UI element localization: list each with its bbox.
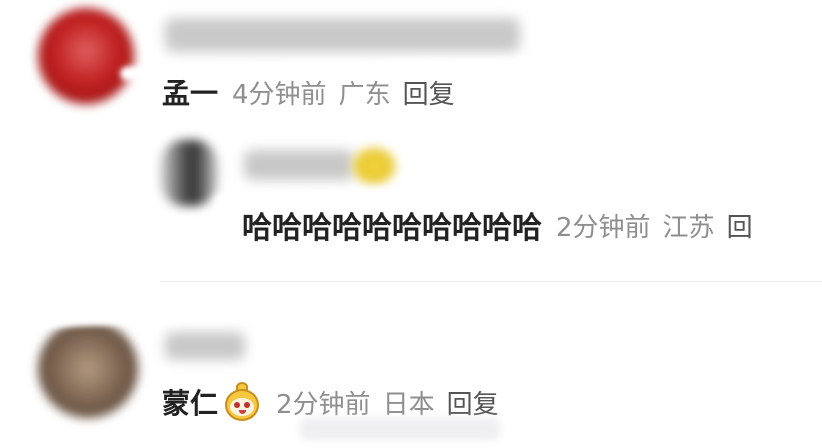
comment-time: 4分钟前: [232, 79, 327, 110]
reply-avatar[interactable]: [160, 140, 218, 206]
reply-button[interactable]: 回复: [403, 74, 455, 111]
blurred-parent-content: [165, 332, 245, 360]
commenter-avatar[interactable]: [38, 320, 138, 418]
comment-location: 广东: [338, 79, 391, 110]
lemon-face-emoji-icon: [222, 382, 262, 422]
reply-time: 2分钟前: [556, 212, 651, 243]
comment-location: 日本: [382, 389, 435, 420]
blurred-parent-content: [165, 18, 520, 52]
comment-time: 2分钟前: [276, 389, 371, 420]
reply-button[interactable]: 回: [727, 207, 753, 244]
reply-button[interactable]: 回复: [447, 384, 499, 421]
commenter-name[interactable]: 蒙仁: [162, 382, 218, 422]
commenter-name[interactable]: 孟一: [162, 72, 218, 112]
comment-meta-row: 孟一 4分钟前 广东 回复: [162, 72, 455, 112]
reply-location: 江苏: [662, 212, 715, 243]
commenter-avatar[interactable]: [38, 8, 134, 104]
blurred-watermark: [300, 418, 500, 440]
blurred-emoji-icon: [352, 148, 396, 184]
blurred-reply-username: [244, 150, 354, 180]
comment-meta-row: 蒙仁 2分钟前 日本 回复: [162, 382, 499, 422]
reply-row: 哈哈哈哈哈哈哈哈哈哈 2分钟前 江苏 回: [242, 205, 753, 246]
divider: [160, 281, 822, 282]
reply-text: 哈哈哈哈哈哈哈哈哈哈: [242, 211, 542, 246]
photo-glare: [19, 293, 381, 329]
